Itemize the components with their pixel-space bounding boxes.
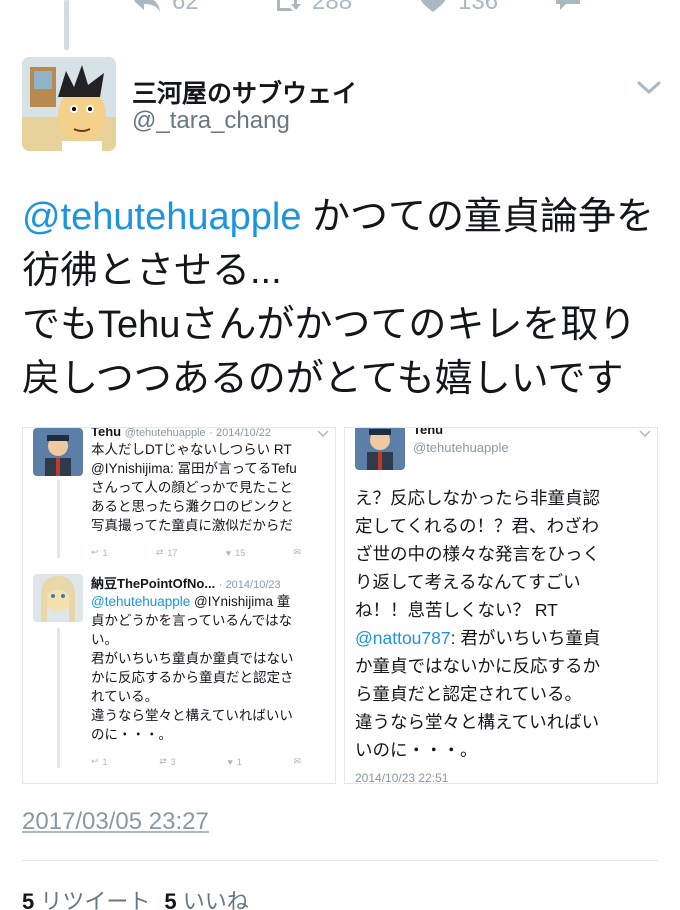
cartoon-avatar-image — [22, 57, 116, 151]
heart-icon: ♥ 1 — [227, 756, 242, 767]
attached-image-right[interactable]: Tehu @tehutehuapple え？反応しなかったら非童貞認 定してくれ… — [344, 427, 658, 784]
tweet-text: @tehutehuapple かつての童貞論争を 彷彿とさせる... でもTeh… — [22, 190, 662, 406]
embedded1-body: 本人だしDTじゃないしつらい RT @IYnishijima: 冨田が言ってるT… — [91, 442, 297, 533]
reply-icon — [134, 0, 160, 12]
embedded2-actions: ↩ 1 ⇄ 3 ♥ 1 ✉ — [91, 756, 301, 767]
like-count: 136 — [458, 0, 499, 15]
heart-icon — [420, 0, 446, 12]
like-action[interactable]: 136 — [418, 0, 498, 16]
divider — [22, 860, 658, 861]
message-icon: ✉ — [293, 756, 301, 766]
chevron-down-icon[interactable] — [636, 79, 662, 97]
natto-avatar — [33, 574, 83, 622]
thread-line — [57, 480, 60, 558]
reply-count: 62 — [172, 0, 199, 15]
tehu-avatar — [355, 428, 405, 470]
tweet-line1: かつての童貞論争を — [301, 196, 655, 238]
embedded-right-time: 2014/10/23 22:51 — [355, 771, 449, 784]
reply-icon: ↩ 1 — [91, 756, 108, 767]
retweet-icon — [273, 0, 301, 11]
tweet-line3: でもTehuさんがかつてのキレを取り — [22, 304, 637, 346]
author-name[interactable]: 三河屋のサブウェイ — [132, 74, 357, 110]
heart-icon: ♥ 15 — [225, 547, 246, 558]
thread-line — [64, 0, 69, 50]
tweet-line2: 彷彿とさせる... — [22, 250, 282, 292]
embedded2-name: 納豆ThePointOfNo... · 2014/10/23 — [91, 576, 281, 591]
retweet-stat[interactable]: 5 リツイート — [22, 884, 150, 910]
retweet-icon: ⇄ 3 — [159, 756, 176, 767]
retweet-count: 288 — [312, 0, 353, 15]
reply-action[interactable]: 62 — [132, 0, 199, 16]
embedded-right-handle: @tehutehuapple — [413, 440, 509, 455]
retweet-action[interactable]: 288 — [272, 0, 352, 16]
retweet-icon: ⇄ 17 — [155, 547, 178, 558]
attached-image-left[interactable]: Tehu @tehutehuapple · 2014/10/22 本人だしDTじ… — [22, 427, 336, 784]
tweet-timestamp[interactable]: 2017/03/05 23:27 — [22, 808, 209, 836]
dm-action[interactable] — [554, 0, 584, 12]
embedded2-body: @tehutehuapple @IYnishijima 童 貞かどうかを言ってい… — [91, 594, 294, 742]
thread-line — [57, 628, 60, 768]
like-stat[interactable]: 5 いいね — [164, 884, 248, 910]
tweet-mention[interactable]: @tehutehuapple — [22, 196, 301, 238]
tehu-avatar — [33, 428, 83, 476]
previous-tweet-actions: 62 288 136 — [0, 0, 680, 50]
embedded-right-name: Tehu — [413, 427, 444, 437]
reply-icon: ↩ 1 — [91, 547, 108, 558]
message-icon: ✉ — [293, 547, 301, 557]
message-icon — [556, 0, 580, 10]
tweet-stats: 5 リツイート 5 いいね — [22, 884, 249, 910]
chevron-down-icon — [317, 430, 329, 438]
chevron-down-icon — [639, 430, 651, 438]
embedded-right-body: え？反応しなかったら非童貞認 定してくれるの！？君、わざわ ざ世の中の様々な発言… — [355, 488, 601, 760]
tweet-line4: 戻しつつあるのがとても嬉しいです — [22, 358, 624, 400]
author-avatar[interactable] — [22, 57, 116, 151]
embedded1-name: Tehu @tehutehuapple · 2014/10/22 — [91, 427, 272, 439]
author-handle[interactable]: @_tara_chang — [132, 107, 290, 135]
embedded1-actions: ↩ 1 ⇄ 17 ♥ 15 ✉ — [91, 547, 301, 558]
